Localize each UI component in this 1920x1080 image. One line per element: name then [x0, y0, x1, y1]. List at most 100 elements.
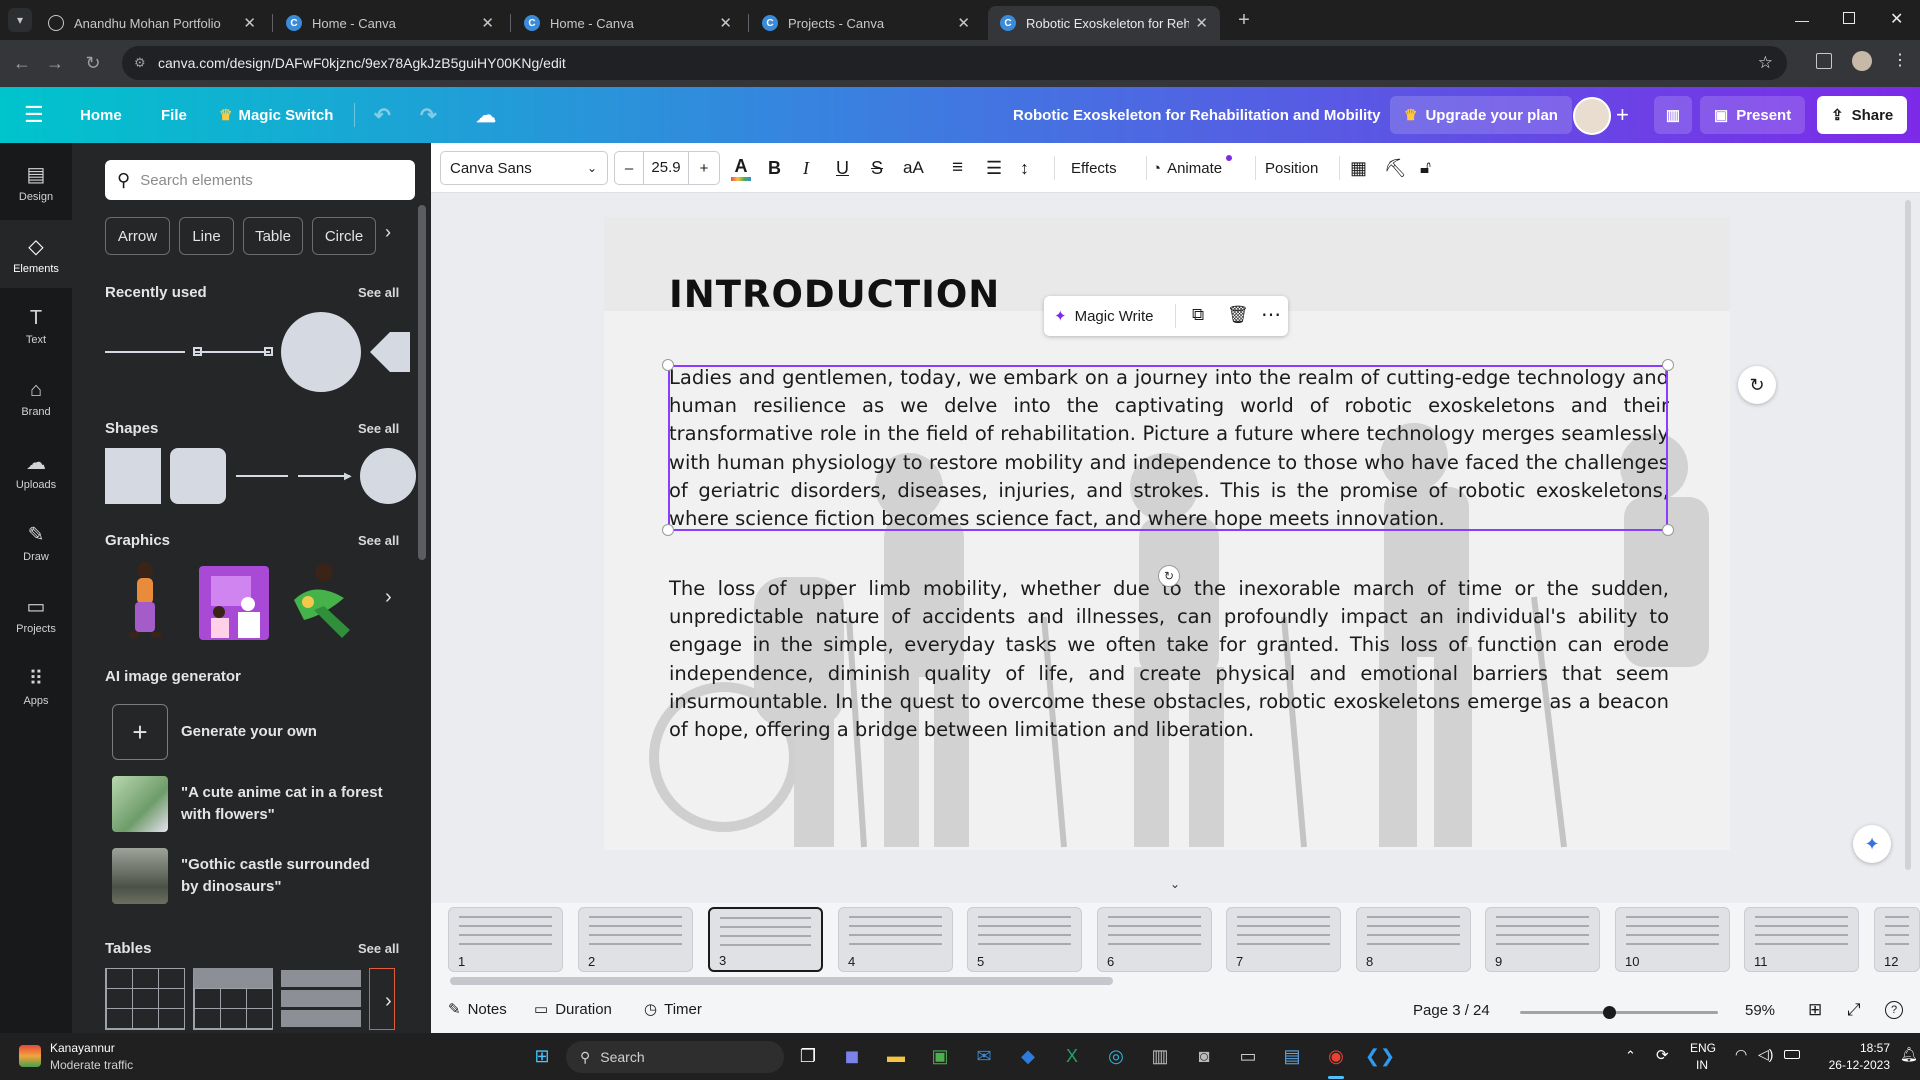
lock-icon[interactable]: 🔓︎ [1420, 143, 1431, 193]
more-options-icon[interactable]: ⋯ [1261, 302, 1281, 327]
help-icon[interactable]: ? [1885, 1001, 1903, 1019]
chip-arrow[interactable]: Arrow [105, 217, 170, 255]
shape-line[interactable] [236, 475, 288, 477]
fullscreen-icon[interactable]: ⤢ [1847, 1000, 1861, 1020]
magic-assistant-button[interactable]: ✦ [1853, 825, 1891, 863]
increase-font-button[interactable]: + [689, 160, 719, 177]
page-thumbnail[interactable]: 12 [1874, 907, 1920, 972]
browser-tab[interactable]: C Home - Canva ✕ [274, 6, 506, 40]
graphic-woman-illustration[interactable] [115, 560, 175, 642]
task-view-icon[interactable]: ❐ [792, 1040, 824, 1072]
resize-handle[interactable] [1662, 524, 1674, 536]
page-thumbnail[interactable]: 2 [578, 907, 693, 972]
graphics-next-icon[interactable]: › [385, 586, 392, 609]
spacing-icon[interactable]: ↕ [1020, 143, 1029, 193]
cloud-saved-icon[interactable]: ☁ [476, 87, 496, 143]
align-justify-icon[interactable]: ≡ [952, 143, 963, 193]
strip-scrollbar[interactable] [450, 977, 1113, 985]
bookmark-star-icon[interactable]: ☆ [1758, 53, 1773, 73]
underline-button[interactable]: U [836, 143, 849, 193]
tray-chevron-icon[interactable]: ⌃ [1625, 1048, 1636, 1064]
recent-line[interactable] [105, 351, 185, 353]
grid-view-icon[interactable]: ⊞ [1808, 1000, 1822, 1020]
magic-write-button[interactable]: ✦ Magic Write [1054, 304, 1153, 328]
timer-button[interactable]: ◷ Timer [644, 1000, 702, 1019]
notification-bell-icon[interactable]: 🔔︎ [1900, 1046, 1918, 1063]
file-button[interactable]: File [161, 87, 187, 143]
see-all-link[interactable]: See all [358, 421, 399, 436]
chrome-icon[interactable]: ◉ [1320, 1040, 1352, 1072]
ai-prompt-castle[interactable]: "Gothic castle surrounded by dinosaurs" [181, 854, 391, 898]
lang-2[interactable]: IN [1696, 1058, 1708, 1072]
forward-icon[interactable]: → [43, 51, 67, 75]
tab-search-icon[interactable]: ▾ [8, 8, 32, 32]
close-icon[interactable]: ✕ [957, 14, 970, 32]
page-thumbnail-selected[interactable]: 3 [708, 907, 823, 972]
paint-roller-icon[interactable]: ⛏ [1384, 143, 1407, 193]
page-thumbnail[interactable]: 9 [1485, 907, 1600, 972]
page-thumbnail[interactable]: 1 [448, 907, 563, 972]
magic-switch-button[interactable]: ♛ Magic Switch [219, 87, 333, 143]
generate-own-label[interactable]: Generate your own [181, 723, 317, 740]
graphic-runner-illustration[interactable] [284, 560, 358, 642]
mobility-paragraph[interactable]: The loss of upper limb mobility, whether… [669, 575, 1669, 744]
chip-circle[interactable]: Circle [312, 217, 376, 255]
table-template-1[interactable] [105, 968, 185, 1030]
app-icon[interactable]: ▥ [1144, 1040, 1176, 1072]
delete-icon[interactable]: 🗑︎ [1227, 305, 1249, 325]
ai-sample-cat-thumbnail[interactable] [112, 776, 168, 832]
page-thumbnail[interactable]: 7 [1226, 907, 1341, 972]
close-window-icon[interactable]: ✕ [1890, 9, 1903, 29]
table-template-2[interactable] [193, 968, 273, 1030]
collapse-strip-icon[interactable]: ⌄ [1166, 877, 1184, 891]
shape-rounded-square[interactable] [170, 448, 226, 504]
transparency-icon[interactable]: ▦ [1350, 143, 1367, 193]
teams-icon[interactable]: ◼ [836, 1040, 868, 1072]
notepad-icon[interactable]: ▤ [1276, 1040, 1308, 1072]
shape-square[interactable] [105, 448, 161, 504]
shape-circle[interactable] [360, 448, 416, 504]
tables-next-icon[interactable]: › [385, 990, 392, 1013]
restore-icon[interactable] [1843, 12, 1855, 24]
close-icon[interactable]: ✕ [243, 14, 256, 32]
page-thumbnail[interactable]: 6 [1097, 907, 1212, 972]
browser-tab[interactable]: C Home - Canva ✕ [512, 6, 744, 40]
start-icon[interactable]: ⊞ [526, 1040, 558, 1072]
rail-brand[interactable]: ⌂ Brand [0, 364, 72, 432]
graphic-people-illustration[interactable] [193, 560, 273, 642]
duration-button[interactable]: ▭ Duration [534, 1000, 612, 1019]
rail-draw[interactable]: ✎ Draw [0, 508, 72, 576]
redo-icon[interactable]: ↷ [420, 87, 437, 143]
present-button[interactable]: ▣ Present [1700, 96, 1806, 134]
page-indicator[interactable]: Page 3 / 24 [1413, 1002, 1490, 1019]
position-button[interactable]: Position [1265, 143, 1318, 193]
zoom-level[interactable]: 59% [1745, 1002, 1775, 1019]
ai-sample-castle-thumbnail[interactable] [112, 848, 168, 904]
new-tab-button[interactable]: + [1232, 8, 1256, 32]
generate-own-button[interactable]: + [112, 704, 168, 760]
page-thumbnail[interactable]: 11 [1744, 907, 1859, 972]
insights-chart-button[interactable]: ▥ [1654, 96, 1692, 134]
strikethrough-button[interactable]: S [871, 143, 883, 193]
page-thumbnail[interactable]: 5 [967, 907, 1082, 972]
canvas-scrollbar[interactable] [1905, 200, 1911, 870]
sync-icon[interactable]: ⟳ [1656, 1046, 1669, 1064]
menu-hamburger-icon[interactable]: ☰ [24, 87, 44, 143]
search-elements-input[interactable]: ⚲ Search elements [105, 160, 415, 200]
profile-avatar[interactable] [1852, 51, 1872, 71]
taskbar-search[interactable]: ⚲ Search [566, 1041, 784, 1073]
recent-connector-line[interactable] [195, 351, 270, 353]
slide-title[interactable]: INTRODUCTION [669, 273, 1000, 316]
zoom-slider-thumb[interactable] [1603, 1006, 1617, 1019]
clock-date[interactable]: 26-12-2023 [1826, 1058, 1890, 1072]
back-icon[interactable]: ← [10, 51, 34, 75]
chip-table[interactable]: Table [243, 217, 303, 255]
browser-tab[interactable]: Anandhu Mohan Portfolio ✕ [36, 6, 268, 40]
text-color-button[interactable]: A [731, 143, 751, 193]
mail-icon[interactable]: ✉ [968, 1040, 1000, 1072]
refresh-suggestion-icon[interactable]: ↻ [1738, 366, 1776, 404]
weather-sub[interactable]: Moderate traffic [50, 1058, 133, 1072]
resize-handle[interactable] [662, 524, 674, 536]
minimize-icon[interactable]: — [1795, 12, 1809, 28]
browser-tab[interactable]: C Projects - Canva ✕ [750, 6, 982, 40]
